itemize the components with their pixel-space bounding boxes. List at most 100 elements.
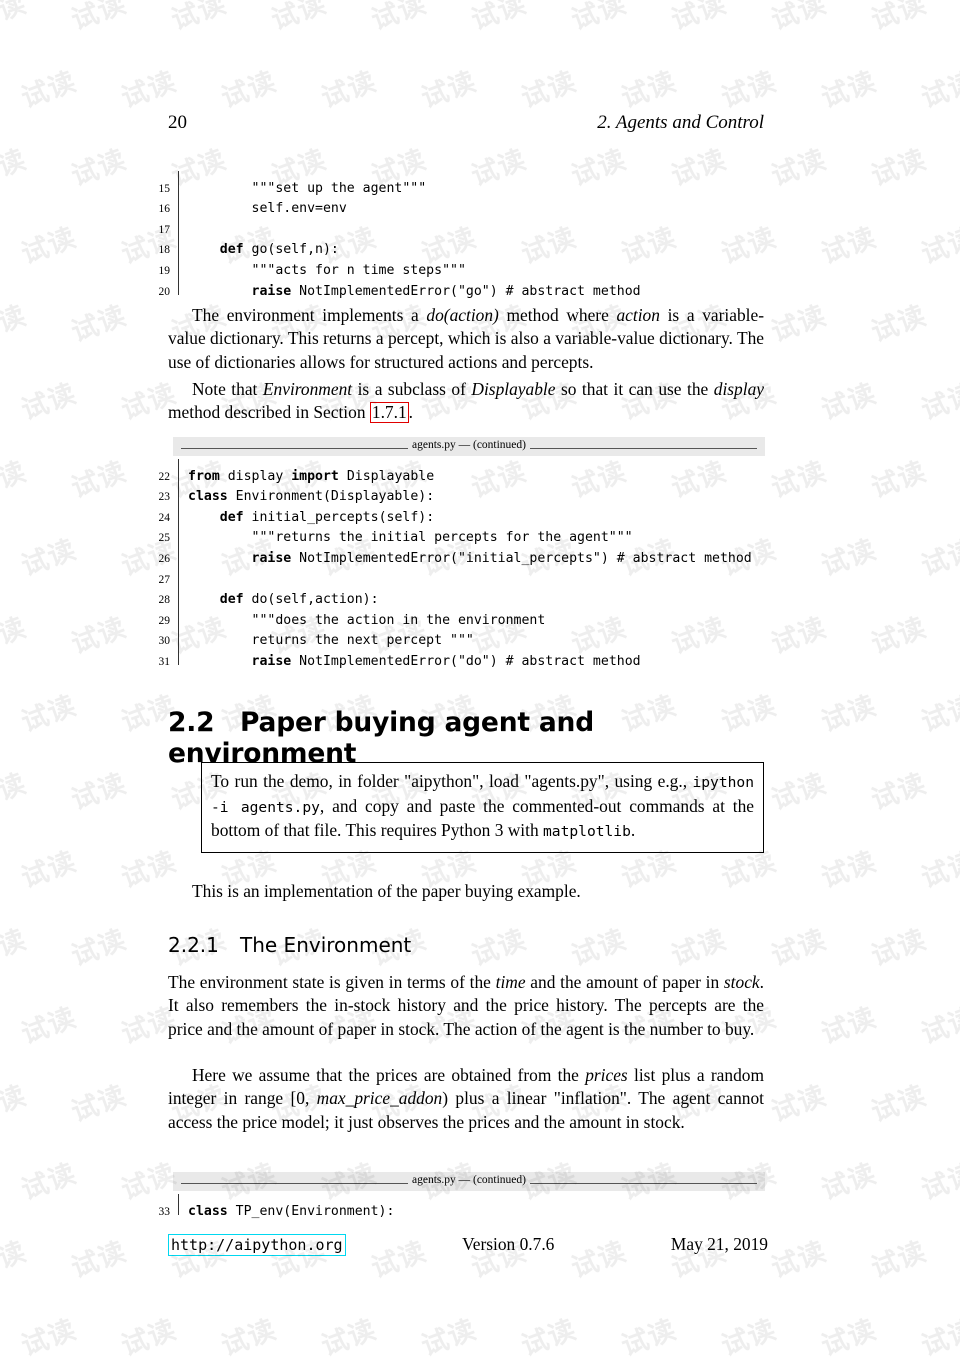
watermark-text: 试读 [717,66,781,115]
watermark-text: 试读 [517,1314,581,1357]
watermark-text: 试读 [17,1158,81,1207]
watermark-text: 试读 [467,0,531,37]
code-line-number: 31 [158,655,171,668]
p2-t2: is a subclass of [352,379,472,399]
code-listing-3-body: 33 class TP_env(Environment): [148,1191,788,1219]
code-line: 33 class TP_env(Environment): [148,1194,788,1219]
listing-caption-wrap: agents.py — (continued) [173,439,765,451]
watermark-text: 试读 [17,846,81,895]
demo-t3: . [630,820,636,840]
subsection-heading-2-2-1: 2.2.1 The Environment [168,933,768,957]
watermark-text: 试读 [567,0,631,37]
watermark-text: 试读 [0,1236,31,1285]
code-gutter-rule [178,561,179,583]
code-line-number: 20 [158,285,171,298]
p2-i1: Environment [262,379,353,399]
section-heading-2-2: 2.2 Paper buying agent and environment [168,707,768,769]
code-listing-3: agents.py — (continued) 33 class TP_env(E… [148,1172,788,1219]
watermark-text: 试读 [617,66,681,115]
p5-t1: Here we assume that the prices are obtai… [192,1065,586,1085]
watermark-text: 试读 [767,0,831,37]
p2-i3: display [713,379,765,399]
version-label: Version 0.7.6 [462,1234,555,1254]
watermark-text: 试读 [817,1158,881,1207]
watermark-text: 试读 [17,1314,81,1357]
watermark-text: 试读 [867,1080,931,1129]
code-listing-2-header: agents.py — (continued) [173,437,765,456]
watermark-text: 试读 [767,1236,831,1285]
watermark-text: 试读 [917,534,960,583]
code-line-number: 33 [158,1205,171,1218]
page-footer: http://aipython.org Version 0.7.6 May 21… [168,1234,768,1256]
code-gutter-rule [178,253,179,274]
p2-t1: Note that [192,379,263,399]
code-gutter-rule [178,500,179,521]
watermark-text: 试读 [0,612,31,661]
watermark-text: 试读 [0,456,31,505]
p2-t5: . [408,402,414,423]
watermark-text: 试读 [417,1314,481,1357]
watermark-text: 试读 [67,144,131,193]
code-line: 28 def do(self,action): [148,582,788,607]
watermark-text: 试读 [267,0,331,37]
watermark-text: 试读 [617,1314,681,1357]
watermark-text: 试读 [817,534,881,583]
p5-i2: max_price_addon [316,1088,443,1109]
code-listing-3-header: agents.py — (continued) [173,1172,765,1191]
subsection-title: The Environment [240,933,412,957]
watermark-text: 试读 [67,768,131,817]
watermark-text: 试读 [867,0,931,37]
code-line: 20 raise NotImplementedError("go") # abs… [148,273,788,299]
subsection-number: 2.2.1 [168,933,219,957]
watermark-text: 试读 [17,1002,81,1051]
code-gutter-rule [178,1194,179,1215]
code-listing-1-body: 15 """set up the agent""" 16 self.env=env… [148,168,788,299]
code-gutter-rule [178,479,179,501]
code-gutter-rule [178,644,179,665]
code-gutter-rule [178,459,179,480]
code-gutter-rule [178,582,179,604]
code-gutter-rule [178,212,179,233]
code-listing-3-caption: agents.py — (continued) [407,1174,530,1186]
p2-t4: method described in Section [168,402,370,423]
cross-reference-link[interactable]: 1.7.1 [369,402,409,423]
watermark-text: 试读 [117,66,181,115]
code-line: 30 returns the next percept """ [148,623,788,648]
p2-i2: Displayable [471,379,556,399]
code-gutter-rule [178,171,179,192]
watermark-text: 试读 [817,1314,881,1357]
code-line: 27 [148,561,788,586]
code-line: 24 def initial_percepts(self): [148,500,788,525]
demo-instructions-box: To run the demo, in folder "aipython", l… [201,762,764,853]
watermark-text: 试读 [167,0,231,37]
watermark-text: 试读 [367,0,431,37]
watermark-text: 试读 [67,0,131,37]
p2-t3: so that it can use the [555,379,714,399]
watermark-text: 试读 [767,924,831,973]
code-gutter-rule [178,603,179,624]
watermark-text: 试读 [17,690,81,739]
code-line: 16 self.env=env [148,191,788,216]
p4-t2: and the amount of paper in [525,972,724,992]
watermark-text: 试读 [717,1314,781,1357]
watermark-text: 试读 [517,66,581,115]
code-gutter-rule [178,232,179,254]
code-listing-1: 15 """set up the agent""" 16 self.env=env… [148,168,788,299]
p4-i2: stock [723,972,760,992]
paragraph-env-state: The environment state is given in terms … [168,971,764,1041]
code-line-text: class TP_env(Environment): [188,1203,395,1219]
watermark-text: 试读 [317,66,381,115]
watermark-text: 试读 [217,66,281,115]
p1-i1: do(action) [426,305,499,325]
code-line: 22 from display import Displayable [148,459,788,484]
code-gutter-rule [178,623,179,645]
watermark-text: 试读 [867,300,931,349]
watermark-text: 试读 [767,1080,831,1129]
p5-i1: prices [585,1065,628,1085]
watermark-text: 试读 [667,0,731,37]
watermark-text: 试读 [917,66,960,115]
aipython-url-link[interactable]: http://aipython.org [168,1234,346,1256]
p3-text: This is an implementation of the paper b… [192,881,581,901]
p1-t1: The environment implements a [192,305,427,325]
chapter-title: 2. Agents and Control [597,112,764,133]
